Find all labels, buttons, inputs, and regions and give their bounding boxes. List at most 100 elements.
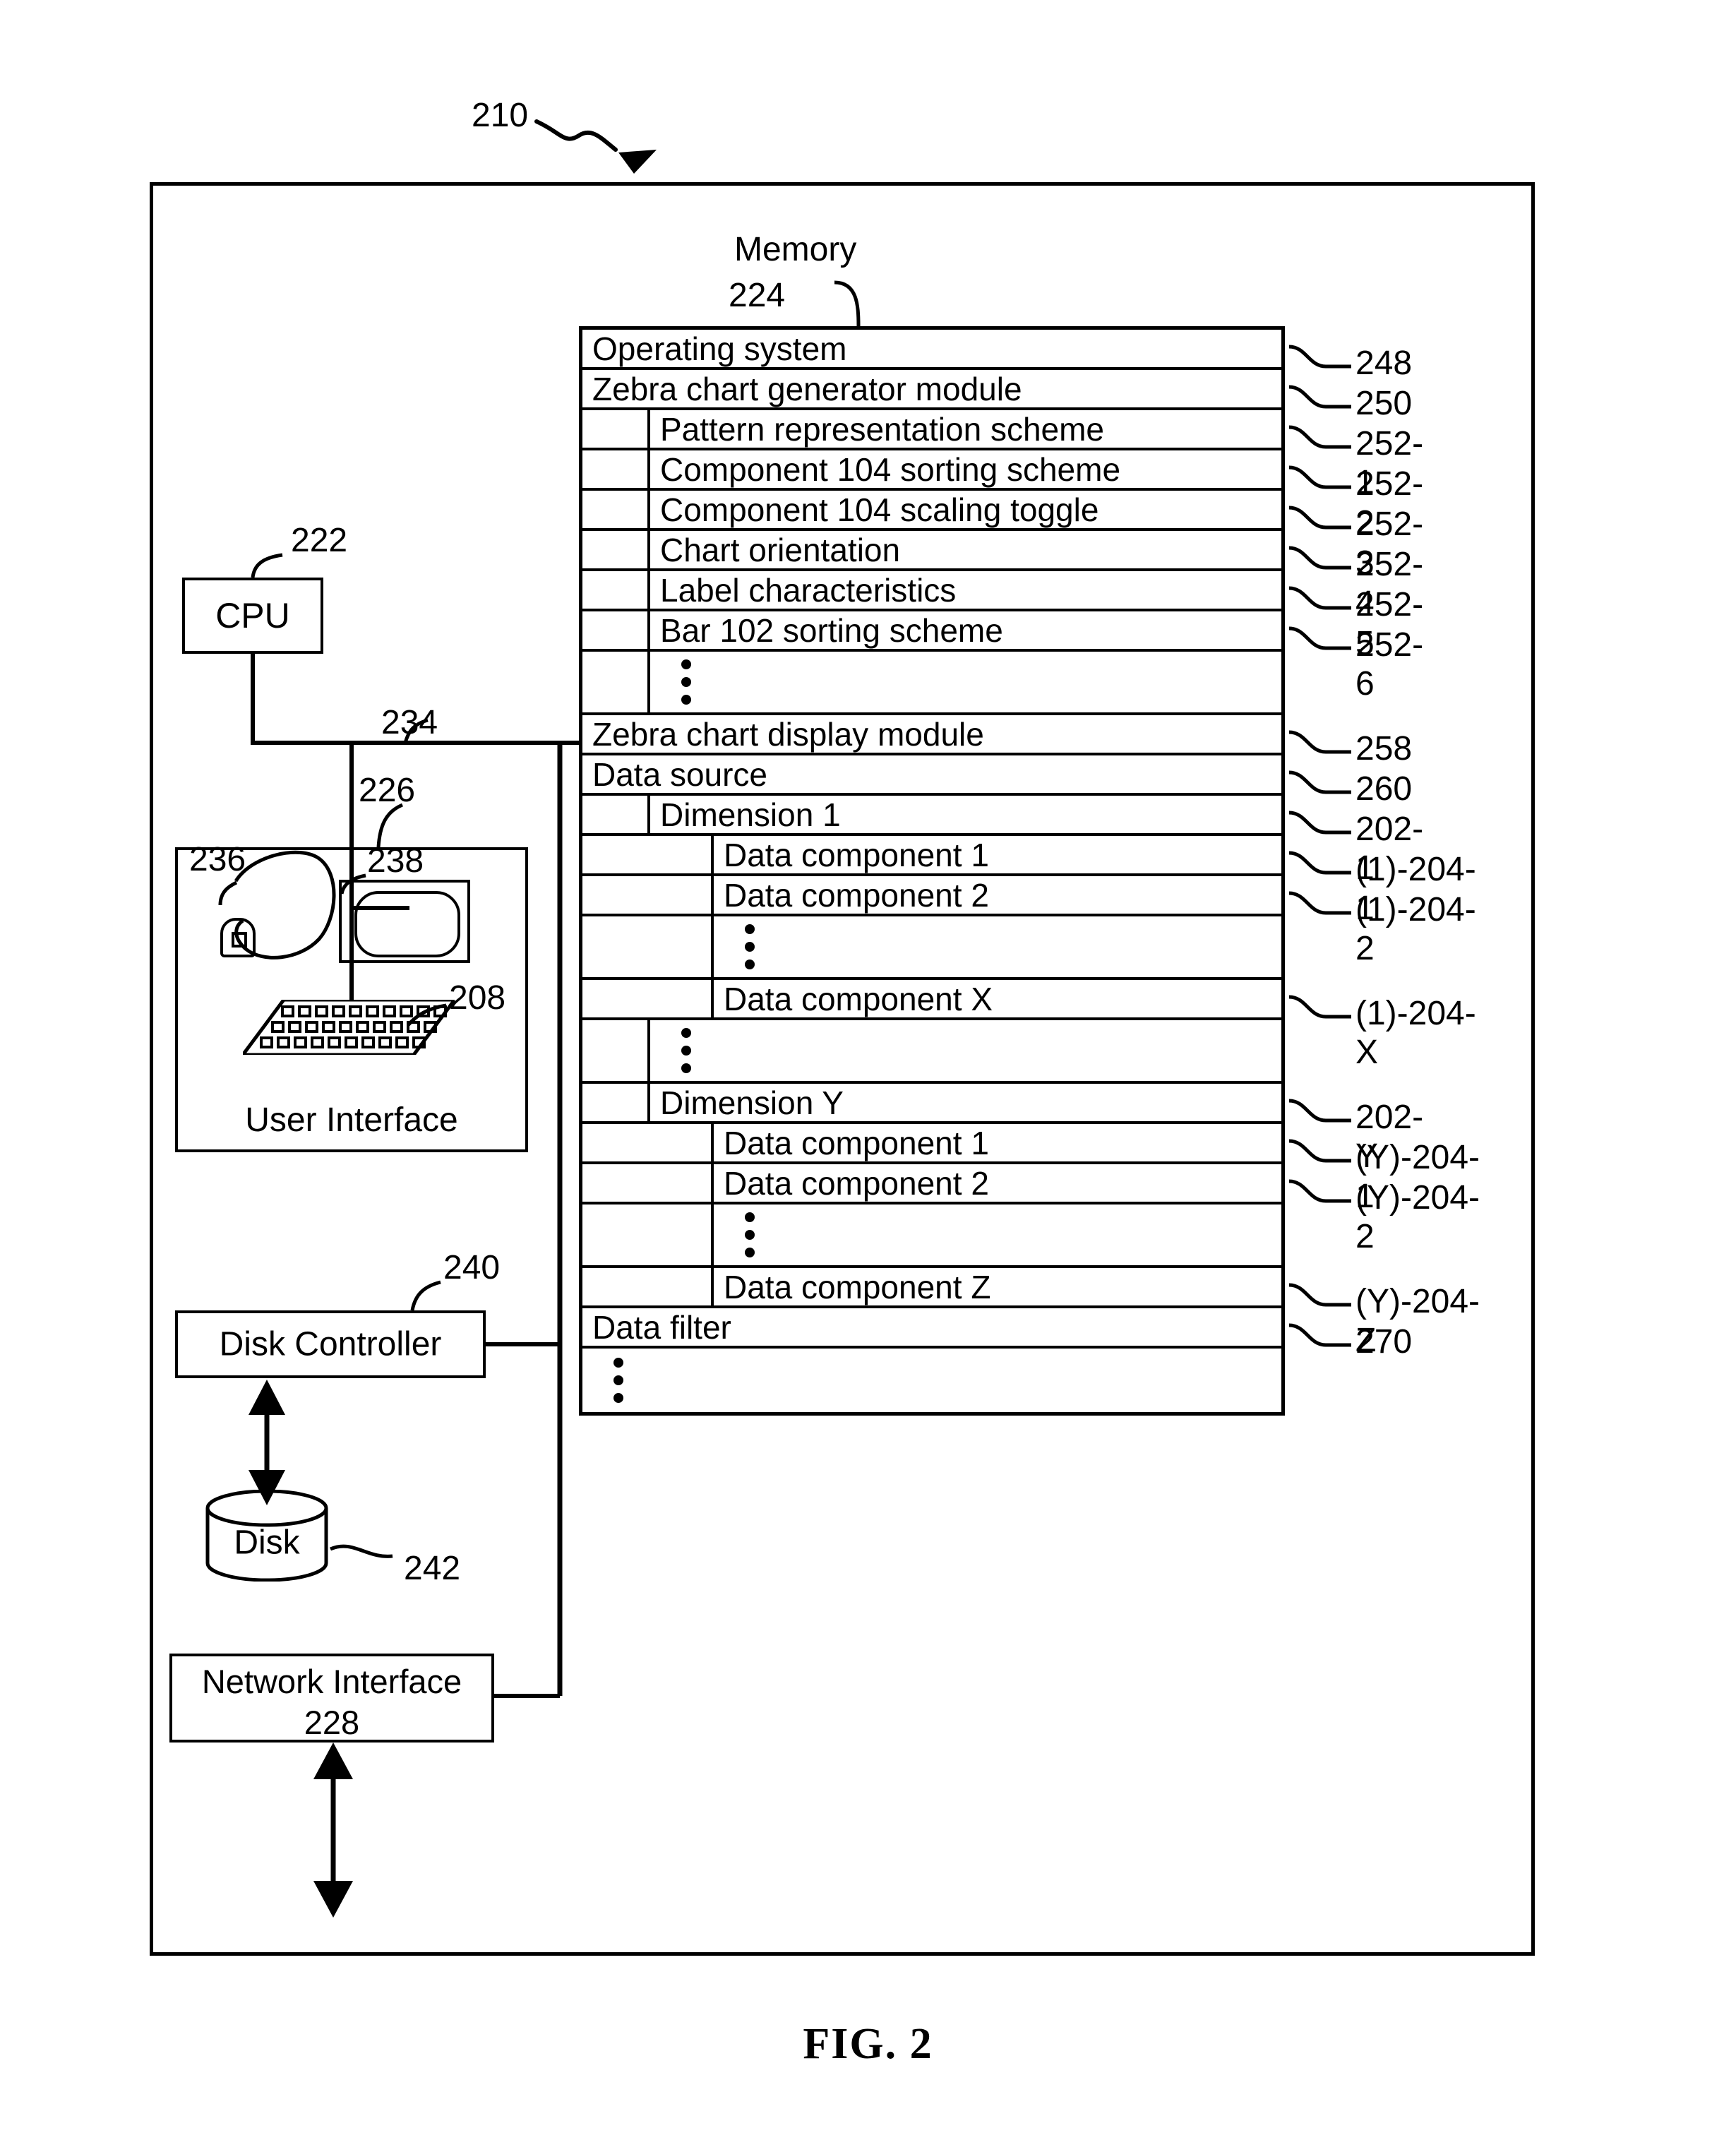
memory-row: Zebra chart generator module [582, 370, 1281, 410]
memory-row-cell: Pattern representation scheme [647, 410, 1281, 448]
leader-line-icon [1288, 586, 1351, 610]
leader-line-icon [1288, 851, 1351, 875]
memory-row-label: Data component X [724, 980, 993, 1017]
memory-row: Zebra chart display module [582, 715, 1281, 755]
memory-row-cell: Component 104 scaling toggle [647, 491, 1281, 528]
memory-row: Component 104 sorting scheme [582, 450, 1281, 491]
reference-numeral: 270 [1355, 1323, 1413, 1361]
memory-row-label: Data component 1 [724, 1124, 989, 1161]
memory-row: Operating system [582, 330, 1281, 370]
user-interface-label: User Interface [245, 1101, 458, 1139]
reference-numeral-208: 208 [449, 979, 506, 1017]
memory-row-cell [711, 1204, 1281, 1265]
memory-row-cell: Dimension 1 [647, 796, 1281, 833]
memory-row-ellipsis [582, 1204, 1281, 1268]
memory-row-cell: Bar 102 sorting scheme [647, 611, 1281, 649]
memory-row: Chart orientation [582, 531, 1281, 571]
memory-row-label: Component 104 scaling toggle [660, 491, 1099, 528]
leader-line-icon [1288, 1139, 1351, 1163]
leader-line-icon [1288, 1099, 1351, 1123]
disk-controller-label: Disk Controller [219, 1325, 442, 1363]
reference-numeral-224: 224 [729, 277, 786, 314]
leader-line-icon [1288, 425, 1351, 449]
display-screen-glyph [354, 891, 460, 957]
memory-row: Data filter [582, 1308, 1281, 1349]
memory-row-label: Component 104 sorting scheme [660, 450, 1121, 488]
disk-label: Disk [234, 1524, 300, 1562]
leader-line-icon [1288, 730, 1351, 754]
memory-row: Data component 1 [582, 1124, 1281, 1164]
memory-row-label: Bar 102 sorting scheme [660, 611, 1003, 649]
memory-row: Data source [582, 755, 1281, 796]
reference-numeral: (Y)-204-2 [1355, 1179, 1480, 1255]
memory-title: Memory [734, 231, 857, 268]
memory-row-cell: Data component 2 [711, 1164, 1281, 1202]
memory-row-cell: Zebra chart display module [582, 715, 1281, 753]
reference-numeral: 260 [1355, 770, 1413, 808]
memory-row-cell: Label characteristics [647, 571, 1281, 609]
disk-controller-box: Disk Controller [175, 1310, 486, 1378]
memory-row-cell [647, 1020, 1281, 1081]
memory-row-cell: Zebra chart generator module [582, 370, 1281, 407]
figure-caption: FIG. 2 [803, 2020, 933, 2068]
reference-numeral: (1)-204-2 [1355, 891, 1476, 967]
memory-row-cell: Data component Z [711, 1268, 1281, 1305]
display-icon [339, 880, 470, 963]
memory-row: Bar 102 sorting scheme [582, 611, 1281, 652]
memory-block: Operating system Zebra chart generator mo… [579, 326, 1285, 1416]
memory-row: Dimension 1 [582, 796, 1281, 836]
memory-row: Data component Z [582, 1268, 1281, 1308]
memory-row: Pattern representation scheme [582, 410, 1281, 450]
memory-row-ellipsis [582, 916, 1281, 980]
vertical-ellipsis-icon [745, 916, 755, 977]
leader-line-icon [1288, 1179, 1351, 1203]
leader-line-icon [1288, 891, 1351, 915]
leader-line-icon [1288, 385, 1351, 409]
mouse-button-glyph [232, 932, 247, 948]
memory-row-label: Dimension 1 [660, 796, 841, 833]
memory-row-cell: Chart orientation [647, 531, 1281, 568]
memory-row: Data component 2 [582, 1164, 1281, 1204]
memory-row-label: Data component Z [724, 1268, 991, 1305]
reference-numeral-234: 234 [381, 704, 438, 741]
memory-row-label: Chart orientation [660, 531, 901, 568]
memory-row-label: Data filter [592, 1308, 731, 1346]
network-interface-label: Network Interface [201, 1663, 462, 1700]
memory-row-cell: Component 104 sorting scheme [647, 450, 1281, 488]
memory-row: Label characteristics [582, 571, 1281, 611]
memory-row: Data component 1 [582, 836, 1281, 876]
keyboard-icon [239, 998, 458, 1057]
reference-numeral: 252-6 [1355, 626, 1424, 703]
memory-row-cell: Data component 1 [711, 1124, 1281, 1161]
vertical-ellipsis-icon [745, 1204, 755, 1265]
memory-row-label: Dimension Y [660, 1084, 844, 1121]
reference-numeral-240: 240 [443, 1249, 501, 1286]
memory-row-ellipsis [582, 1020, 1281, 1084]
memory-row-label: Label characteristics [660, 571, 957, 609]
memory-row-label: Data component 1 [724, 836, 989, 873]
leader-line-icon [1288, 811, 1351, 835]
memory-row-label: Data source [592, 755, 768, 793]
memory-row: Component 104 scaling toggle [582, 491, 1281, 531]
cpu-box: CPU [182, 578, 323, 654]
vertical-ellipsis-icon [613, 1350, 623, 1411]
leader-line-icon [1288, 546, 1351, 570]
figure-canvas: 210 Memory 224 Operating system Zebra cha… [0, 0, 1736, 2152]
disk-icon: Disk [203, 1489, 330, 1582]
reference-numeral-210: 210 [472, 97, 529, 134]
reference-numeral: (1)-204-X [1355, 995, 1476, 1071]
leader-line-icon [1288, 506, 1351, 530]
network-interface-box: Network Interface 228 [169, 1654, 494, 1742]
memory-row-cell: Operating system [582, 330, 1281, 367]
reference-numeral: 250 [1355, 385, 1413, 422]
reference-numeral-238: 238 [367, 842, 424, 880]
memory-row: Data component X [582, 980, 1281, 1020]
reference-numeral-222: 222 [291, 522, 348, 559]
leader-line-icon [1288, 770, 1351, 794]
reference-numeral-242: 242 [404, 1550, 461, 1587]
leader-line-icon [1288, 345, 1351, 369]
memory-row-label: Data component 2 [724, 876, 989, 914]
memory-row-cell: Data filter [582, 1308, 1281, 1346]
memory-row-label: Zebra chart display module [592, 715, 984, 753]
memory-row-cell: Data component 2 [711, 876, 1281, 914]
